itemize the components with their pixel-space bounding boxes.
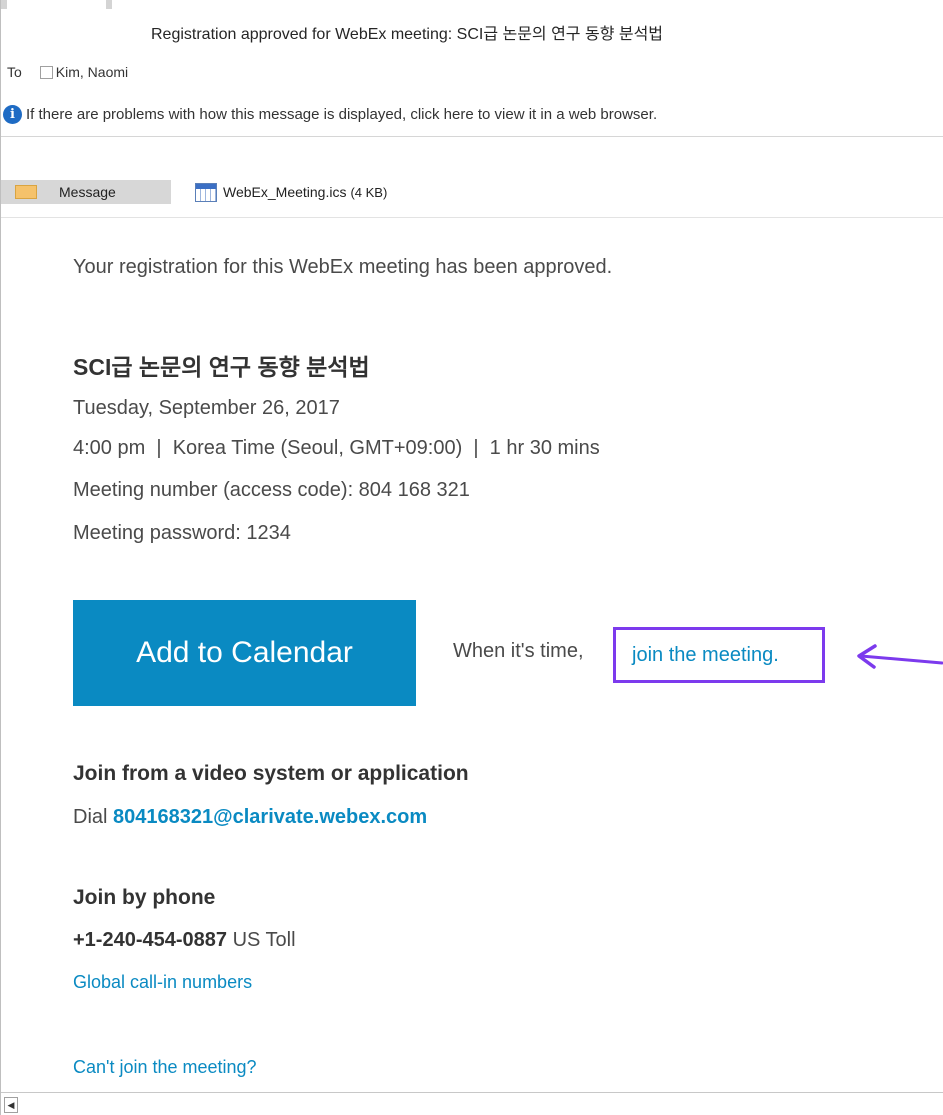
attachment-name: WebEx_Meeting.ics [223,184,347,200]
email-subject: Registration approved for WebEx meeting:… [151,26,664,43]
dial-label: Dial [73,806,108,828]
join-meeting-link[interactable]: join the meeting. [613,627,825,683]
global-call-in-link[interactable]: Global call-in numbers [73,972,252,993]
to-row: To Kim, Naomi [7,64,128,80]
window-frame-stub [106,0,112,9]
attachment-size: (4 KB) [350,184,388,200]
add-to-calendar-button[interactable]: Add to Calendar [73,600,416,706]
scroll-left-arrow-icon[interactable]: ◀ [4,1097,18,1113]
message-tab-label: Message [59,184,116,200]
phone-number: +1-240-454-0887 [73,929,228,951]
dial-address-link[interactable]: 804168321@clarivate.webex.com [113,806,427,828]
window-frame-stub [1,0,7,9]
dial-row: Dial 804168321@clarivate.webex.com [73,806,427,829]
attachment-ics[interactable]: WebEx_Meeting.ics (4 KB) [195,182,388,202]
meeting-time: 4:00 pm | Korea Time (Seoul, GMT+09:00) … [73,437,600,459]
info-bar[interactable]: i If there are problems with how this me… [3,103,943,125]
video-system-heading: Join from a video system or application [73,762,469,785]
recipient-checkbox[interactable] [39,65,53,79]
meeting-number: Meeting number (access code): 804 168 32… [73,479,470,501]
body-divider [1,217,943,218]
intro-text: Your registration for this WebEx meeting… [73,256,613,278]
horizontal-scrollbar[interactable]: ◀ [1,1092,943,1115]
attachments-bar: Message WebEx_Meeting.ics (4 KB) [1,180,943,204]
phone-type: US Toll [232,929,296,951]
message-tab[interactable]: Message [1,180,171,204]
calendar-file-icon [195,182,217,202]
recipient-name[interactable]: Kim, Naomi [56,64,128,80]
phone-heading: Join by phone [73,886,216,909]
phone-row: +1-240-454-0887 US Toll [73,929,296,952]
to-label: To [7,64,22,80]
header-divider [1,136,943,137]
info-bar-text[interactable]: If there are problems with how this mess… [26,106,657,123]
email-reading-pane: Registration approved for WebEx meeting:… [0,0,943,1115]
envelope-icon [15,185,37,199]
join-meeting-link-text[interactable]: join the meeting. [632,644,779,667]
when-text: When it's time, [453,640,584,662]
meeting-title: SCI급 논문의 연구 동향 분석법 [73,354,370,380]
meeting-password: Meeting password: 1234 [73,522,291,544]
annotation-arrow-icon [857,644,943,669]
cant-join-link[interactable]: Can't join the meeting? [73,1057,257,1078]
meeting-date: Tuesday, September 26, 2017 [73,397,340,419]
info-icon: i [3,104,22,124]
